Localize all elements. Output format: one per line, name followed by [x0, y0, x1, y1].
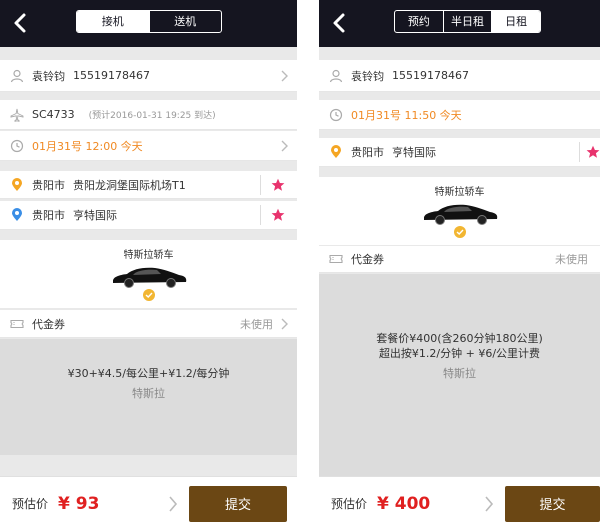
- passenger-row[interactable]: 袁铃钧 15519178467: [0, 60, 297, 92]
- tab-half-day[interactable]: 半日租: [444, 11, 493, 32]
- origin-pin-icon: [10, 177, 24, 192]
- car-image: [112, 267, 186, 288]
- estimate-price: ¥ 400: [377, 493, 431, 514]
- price-car: 特斯拉: [443, 367, 476, 380]
- pickup-time-row[interactable]: 01月31号 11:50 今天: [319, 100, 600, 130]
- car-name: 特斯拉轿车: [123, 250, 174, 261]
- overage-rate: 超出按¥1.2/分钟 + ¥6/公里计费: [378, 347, 541, 360]
- location-city: 贵阳市: [351, 146, 384, 159]
- rental-type-tabs: 预约 半日租 日租: [394, 10, 541, 33]
- bottom-bar: 预估价 ¥ 400 提交: [319, 476, 600, 530]
- chevron-right-icon: [281, 70, 288, 81]
- package-price-info: 套餐价¥400(含260分钟180公里) 超出按¥1.2/分钟 + ¥6/公里计…: [319, 274, 600, 476]
- selected-check-icon: [142, 289, 155, 301]
- tab-full-day[interactable]: 日租: [492, 11, 540, 32]
- passenger-row[interactable]: 袁铃钧 15519178467: [319, 60, 600, 92]
- trip-type-tabs: 接机 送机: [76, 10, 222, 33]
- price-car: 特斯拉: [132, 387, 165, 400]
- back-arrow-icon[interactable]: [329, 12, 351, 34]
- pickup-time-row[interactable]: 01月31号 12:00 今天: [0, 131, 297, 161]
- submit-button[interactable]: 提交: [189, 485, 287, 522]
- voucher-status: 未使用: [240, 317, 273, 331]
- price-info: ¥30+¥4.5/每公里+¥1.2/每分钟 特斯拉: [0, 339, 297, 455]
- person-icon: [329, 69, 343, 83]
- tab-dropoff[interactable]: 送机: [150, 11, 222, 32]
- car-name: 特斯拉轿车: [434, 187, 485, 198]
- back-arrow-icon[interactable]: [10, 12, 32, 34]
- origin-place: 贵阳龙洞堡国际机场T1: [73, 178, 186, 192]
- price-rule: ¥30+¥4.5/每公里+¥1.2/每分钟: [67, 367, 230, 380]
- tab-pickup[interactable]: 接机: [77, 11, 150, 32]
- submit-button[interactable]: 提交: [505, 485, 600, 522]
- nav-bar: 接机 送机: [0, 0, 297, 47]
- price-detail-chevron-icon[interactable]: [167, 495, 179, 513]
- flight-arrival-note: (预计2016-01-31 19:25 到达): [88, 111, 216, 121]
- voucher-label: 代金券: [32, 317, 65, 331]
- passenger-name: 袁铃钧: [351, 69, 384, 83]
- origin-city: 贵阳市: [32, 178, 65, 192]
- estimate-label: 预估价: [331, 497, 368, 511]
- bottom-bar: 预估价 ¥ 93 提交: [0, 476, 297, 530]
- person-icon: [10, 69, 24, 83]
- passenger-phone: 15519178467: [392, 69, 469, 82]
- chevron-right-icon: [281, 318, 288, 329]
- divider: [260, 205, 261, 225]
- left-screen: 接机 送机 袁铃钧 15519178467 SC4733 (预计2016-01-…: [0, 0, 297, 530]
- passenger-phone: 15519178467: [73, 69, 150, 82]
- flight-number: SC4733: [32, 108, 75, 121]
- tab-reserve[interactable]: 预约: [395, 11, 444, 32]
- divider: [260, 174, 261, 195]
- chevron-right-icon: [281, 140, 288, 151]
- estimate-label: 预估价: [12, 497, 49, 511]
- clock-icon: [329, 108, 343, 122]
- divider: [579, 142, 580, 162]
- airplane-icon: [10, 108, 24, 122]
- voucher-status: 未使用: [555, 253, 588, 266]
- location-pin-icon: [329, 145, 343, 159]
- pickup-time: 01月31号 11:50 今天: [351, 108, 462, 122]
- selected-check-icon: [453, 226, 466, 238]
- flight-row[interactable]: SC4733 (预计2016-01-31 19:25 到达): [0, 100, 297, 130]
- voucher-row[interactable]: 代金券 未使用: [319, 246, 600, 273]
- package-price: 套餐价¥400(含260分钟180公里): [376, 332, 543, 345]
- location-row[interactable]: 贵阳市 亨特国际: [319, 138, 600, 167]
- car-selector[interactable]: 特斯拉轿车: [0, 240, 297, 308]
- favorite-star-icon[interactable]: [271, 178, 285, 192]
- destination-city: 贵阳市: [32, 209, 65, 222]
- pickup-time: 01月31号 12:00 今天: [32, 139, 143, 153]
- location-place: 亨特国际: [392, 146, 436, 159]
- voucher-row[interactable]: 代金券 未使用: [0, 310, 297, 338]
- favorite-star-icon[interactable]: [586, 145, 600, 159]
- price-detail-chevron-icon[interactable]: [483, 495, 495, 513]
- origin-row[interactable]: 贵阳市 贵阳龙洞堡国际机场T1: [0, 171, 297, 199]
- clock-icon: [10, 139, 24, 153]
- destination-place: 亨特国际: [73, 209, 117, 222]
- voucher-label: 代金券: [351, 253, 384, 266]
- destination-row[interactable]: 贵阳市 亨特国际: [0, 201, 297, 230]
- destination-pin-icon: [10, 208, 24, 222]
- right-screen: 预约 半日租 日租 袁铃钧 15519178467 01月31号 11:50 今…: [319, 0, 600, 530]
- car-image: [423, 204, 497, 225]
- estimate-price: ¥ 93: [58, 493, 100, 514]
- ticket-icon: [10, 317, 24, 331]
- favorite-star-icon[interactable]: [271, 208, 285, 222]
- car-selector[interactable]: 特斯拉轿车: [319, 177, 600, 245]
- nav-bar: 预约 半日租 日租: [319, 0, 600, 47]
- passenger-name: 袁铃钧: [32, 69, 65, 83]
- ticket-icon: [329, 252, 343, 266]
